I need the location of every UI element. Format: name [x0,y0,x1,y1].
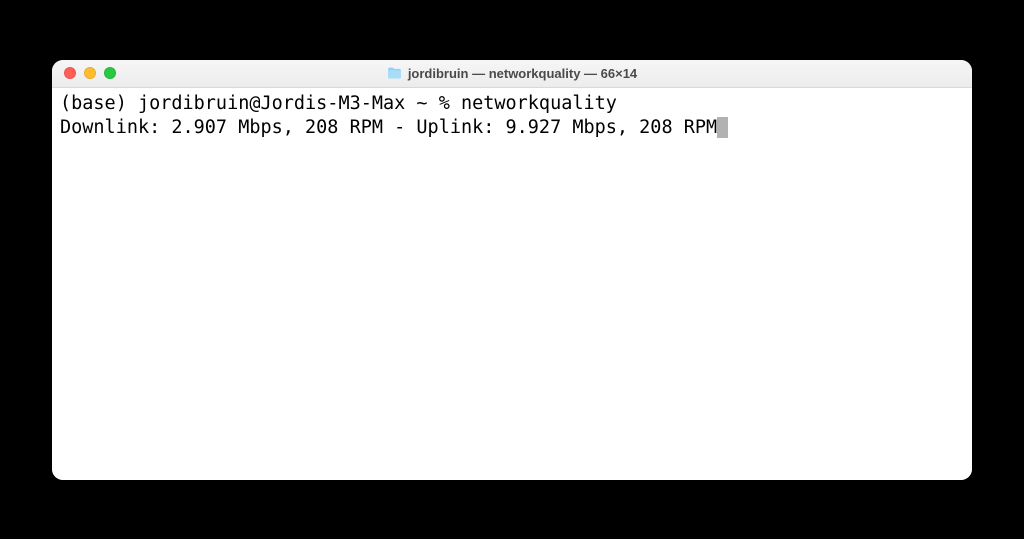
titlebar[interactable]: jordibruin — networkquality — 66×14 [52,60,972,88]
terminal-window: jordibruin — networkquality — 66×14 (bas… [52,60,972,480]
traffic-lights [64,67,116,79]
terminal-line: Downlink: 2.907 Mbps, 208 RPM - Uplink: … [60,116,964,140]
zoom-button[interactable] [104,67,116,79]
terminal-line-text: Downlink: 2.907 Mbps, 208 RPM - Uplink: … [60,117,717,138]
close-button[interactable] [64,67,76,79]
folder-icon [387,67,402,79]
terminal-line: (base) jordibruin@Jordis-M3-Max ~ % netw… [60,92,964,116]
terminal-body[interactable]: (base) jordibruin@Jordis-M3-Max ~ % netw… [52,88,972,480]
window-title-wrap: jordibruin — networkquality — 66×14 [52,66,972,81]
minimize-button[interactable] [84,67,96,79]
cursor [717,117,728,138]
window-title: jordibruin — networkquality — 66×14 [408,66,637,81]
